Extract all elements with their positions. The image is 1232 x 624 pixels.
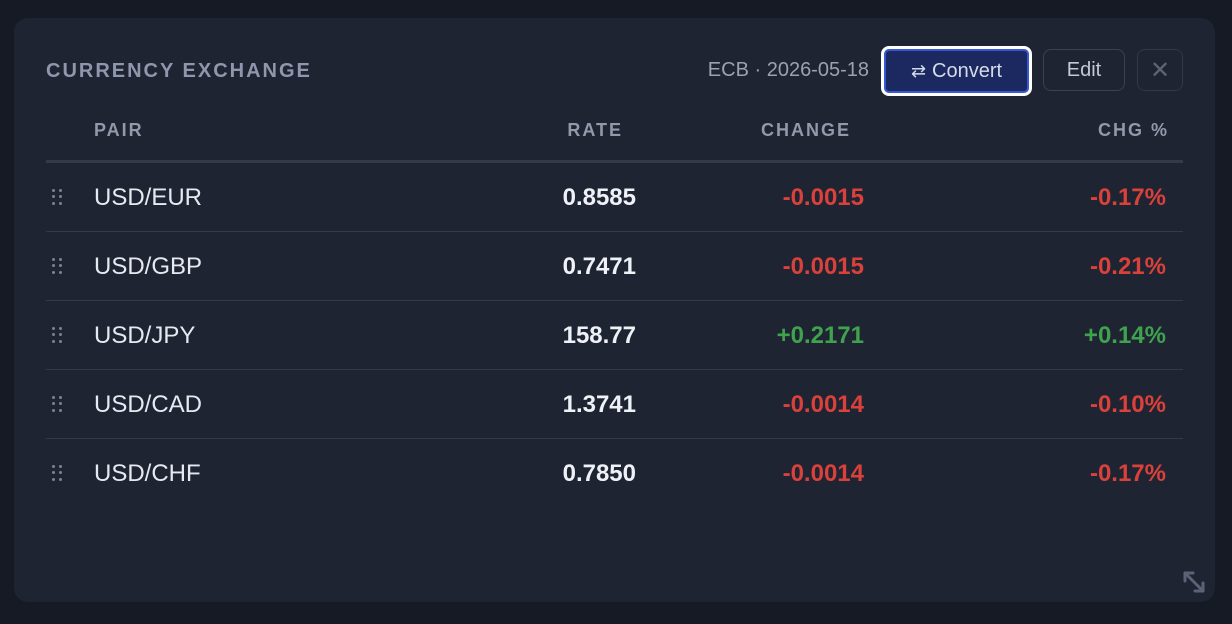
change-cell: +0.2171 [776, 322, 864, 349]
drag-handle-icon[interactable] [52, 189, 62, 205]
table-row[interactable]: USD/JPY 158.77 +0.2171 +0.14% [46, 301, 1183, 370]
change-cell: -0.0015 [782, 184, 864, 211]
rate-cell: 0.8585 [562, 184, 636, 211]
change-percent-cell: -0.21% [1089, 253, 1166, 280]
table-row[interactable]: USD/CAD 1.3741 -0.0014 -0.10% [46, 370, 1183, 439]
currency-exchange-widget: CURRENCY EXCHANGE ECB · 2026-05-18 ⇄ Con… [14, 18, 1215, 602]
drag-handle-icon[interactable] [52, 465, 62, 481]
table-row[interactable]: USD/CHF 0.7850 -0.0014 -0.17% [46, 439, 1183, 507]
drag-handle-icon[interactable] [52, 258, 62, 274]
change-percent-cell: -0.10% [1089, 391, 1166, 418]
column-header-rate[interactable]: RATE [567, 120, 623, 141]
drag-handle-icon[interactable] [52, 327, 62, 343]
pair-cell: USD/GBP [94, 253, 203, 280]
change-cell: -0.0014 [782, 391, 864, 418]
pair-cell: USD/CHF [94, 460, 201, 487]
table-row[interactable]: USD/GBP 0.7471 -0.0015 -0.21% [46, 232, 1183, 301]
widget-title: CURRENCY EXCHANGE [46, 60, 312, 82]
convert-label: Convert [932, 59, 1003, 82]
change-cell: -0.0014 [782, 460, 864, 487]
rate-cell: 158.77 [562, 322, 636, 349]
close-button[interactable]: ✕ [1137, 49, 1183, 91]
pair-cell: USD/CAD [94, 391, 203, 418]
rate-cell: 0.7471 [562, 253, 636, 280]
change-percent-cell: -0.17% [1089, 460, 1166, 487]
resize-handle-icon[interactable] [1180, 568, 1208, 596]
table-row[interactable]: USD/EUR 0.8585 -0.0015 -0.17% [46, 163, 1183, 232]
change-cell: -0.0015 [782, 253, 864, 280]
column-header-chg-pct[interactable]: CHG % [1098, 120, 1169, 141]
data-source-label: ECB · 2026-05-18 [707, 59, 869, 81]
rates-table-body: USD/EUR 0.8585 -0.0015 -0.17% USD/GBP 0.… [46, 163, 1183, 507]
pair-cell: USD/EUR [94, 184, 203, 211]
column-header-change[interactable]: CHANGE [761, 120, 851, 141]
rate-cell: 0.7850 [562, 460, 636, 487]
column-header-pair[interactable]: PAIR [94, 120, 144, 141]
swap-icon: ⇄ [910, 60, 927, 81]
drag-handle-icon[interactable] [52, 396, 62, 412]
close-icon: ✕ [1149, 56, 1171, 84]
table-header: PAIR RATE CHANGE CHG % [46, 114, 1183, 163]
convert-button[interactable]: ⇄ Convert [881, 46, 1032, 96]
edit-button[interactable]: Edit [1043, 49, 1125, 91]
pair-cell: USD/JPY [94, 322, 196, 349]
change-percent-cell: +0.14% [1083, 322, 1166, 349]
rate-cell: 1.3741 [562, 391, 636, 418]
change-percent-cell: -0.17% [1089, 184, 1166, 211]
